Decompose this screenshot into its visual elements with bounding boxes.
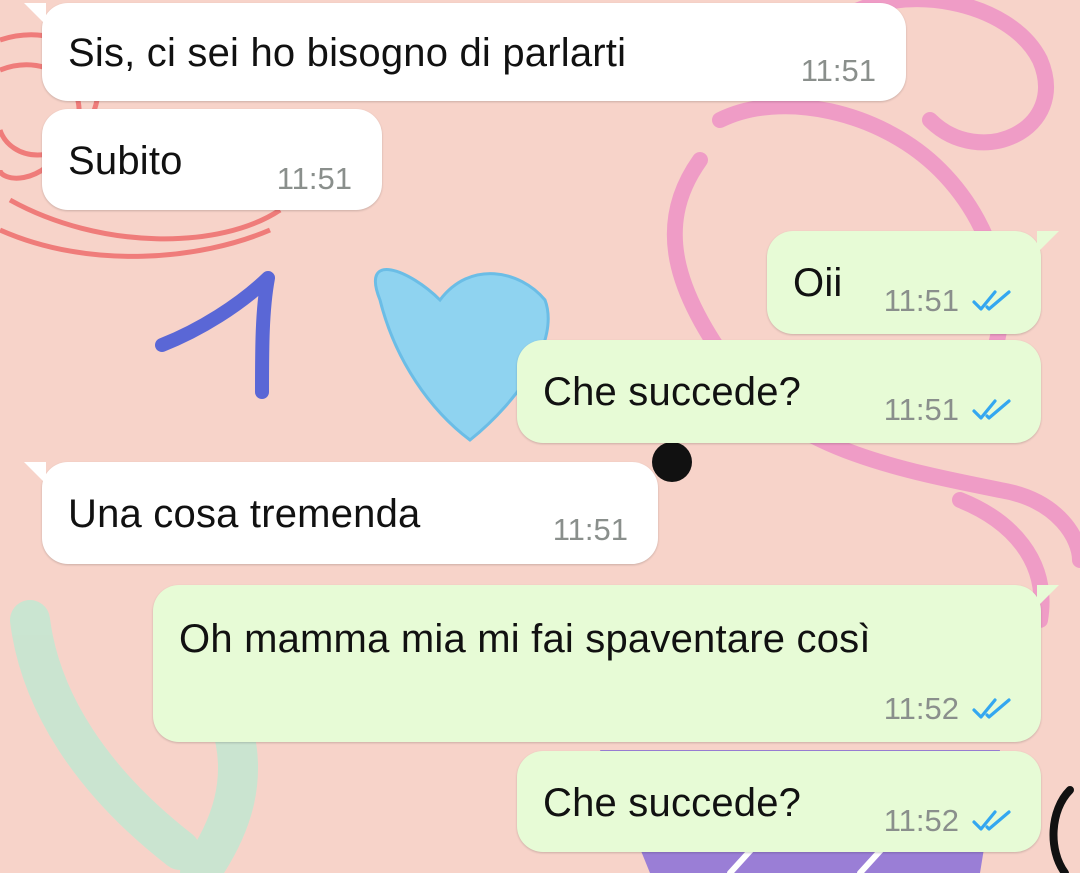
message-meta: 11:52	[884, 691, 1015, 727]
message-bubble-incoming[interactable]: Una cosa tremenda 11:51	[24, 462, 658, 564]
message-text: Che succede?	[543, 370, 802, 414]
double-check-icon	[972, 698, 1011, 719]
message-time: 11:51	[883, 392, 959, 427]
message-text: Una cosa tremenda	[68, 492, 421, 536]
bubble-tail	[1037, 585, 1059, 607]
message-meta: 11:51	[801, 53, 876, 89]
message-text: Oii	[793, 261, 843, 305]
message-text: Sis, ci sei ho bisogno di parlarti	[68, 31, 627, 75]
double-check-icon	[972, 399, 1011, 420]
message-time: 11:51	[800, 53, 876, 88]
message-bubble-outgoing[interactable]: Oh mamma mia mi fai spaventare così 11:5…	[153, 585, 1059, 742]
message-meta: 11:51	[884, 392, 1015, 428]
message-time: 11:52	[883, 803, 959, 838]
chat-message-list[interactable]: Sis, ci sei ho bisogno di parlarti 11:51…	[0, 0, 1080, 873]
message-time: 11:51	[276, 161, 352, 196]
message-bubble-outgoing[interactable]: Che succede? 11:51	[517, 340, 1041, 443]
bubble-tail	[24, 3, 46, 25]
message-meta: 11:52	[884, 803, 1015, 839]
message-text: Che succede?	[543, 781, 802, 825]
message-time: 11:51	[552, 512, 628, 547]
message-time: 11:51	[883, 283, 959, 318]
message-text: Subito	[68, 139, 183, 183]
message-bubble-outgoing[interactable]: Oii 11:51	[767, 231, 1059, 334]
message-text: Oh mamma mia mi fai spaventare così	[179, 617, 871, 661]
message-time: 11:52	[883, 691, 959, 726]
double-check-icon	[972, 290, 1011, 311]
message-meta: 11:51	[553, 512, 628, 548]
double-check-icon	[972, 810, 1011, 831]
bubble-tail	[24, 462, 46, 484]
message-meta: 11:51	[884, 283, 1015, 319]
bubble-tail	[1037, 231, 1059, 253]
message-bubble-incoming[interactable]: Sis, ci sei ho bisogno di parlarti 11:51	[24, 3, 906, 101]
message-bubble-incoming[interactable]: Subito 11:51	[42, 109, 382, 210]
message-bubble-outgoing[interactable]: Che succede? 11:52	[517, 751, 1041, 852]
message-meta: 11:51	[277, 161, 352, 197]
